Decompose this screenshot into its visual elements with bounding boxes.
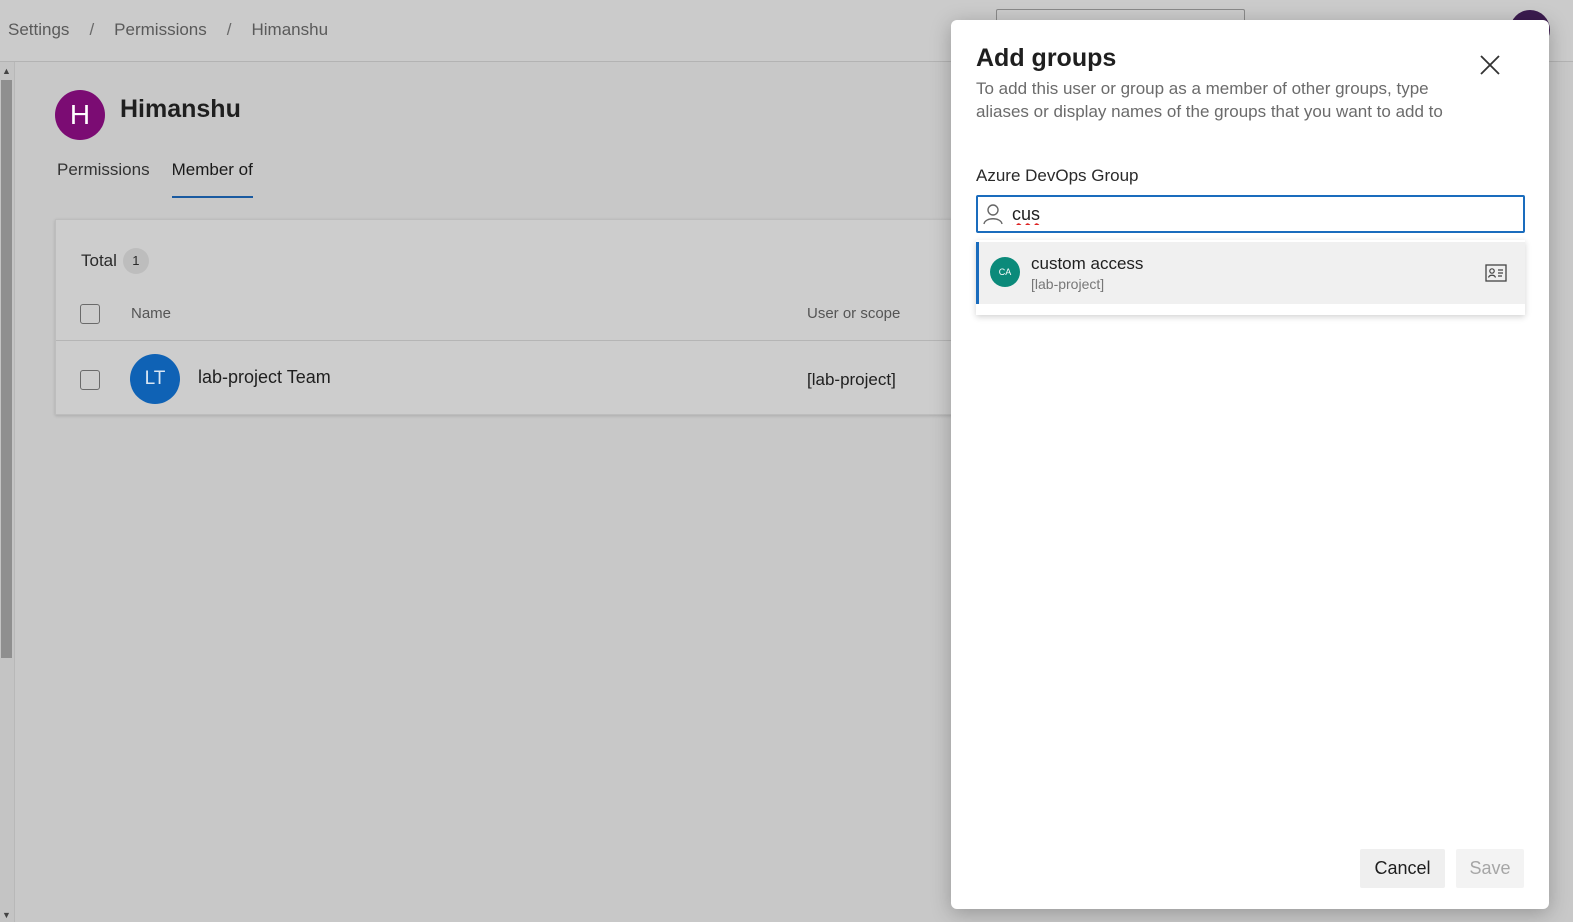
field-label: Azure DevOps Group	[976, 166, 1139, 185]
breadcrumb-separator: /	[89, 20, 95, 39]
suggestion-scope: [lab-project]	[1031, 276, 1105, 292]
header-divider	[56, 340, 954, 341]
group-search-input[interactable]	[1012, 202, 1512, 226]
breadcrumb-separator: /	[226, 20, 232, 39]
scroll-up-icon[interactable]: ▲	[2, 66, 11, 76]
save-button[interactable]: Save	[1456, 849, 1524, 888]
row-checkbox[interactable]	[80, 370, 100, 390]
breadcrumb: Settings / Permissions / Himanshu	[8, 20, 328, 40]
tab-strip: Permissions Member of	[57, 160, 253, 198]
page-scrollbar[interactable]: ▲ ▼	[0, 62, 15, 922]
close-button[interactable]	[1477, 52, 1503, 78]
group-picker[interactable]	[976, 195, 1525, 233]
add-groups-dialog: Add groups To add this user or group as …	[951, 20, 1549, 909]
scrollbar-thumb[interactable]	[1, 80, 12, 658]
scroll-down-icon[interactable]: ▼	[2, 910, 11, 920]
group-scope: [lab-project]	[807, 370, 896, 389]
breadcrumb-permissions[interactable]: Permissions	[114, 20, 207, 40]
members-card: Total 1 Name User or scope LT lab-projec…	[55, 219, 955, 415]
breadcrumb-settings[interactable]: Settings	[8, 20, 69, 40]
group-name[interactable]: lab-project Team	[198, 367, 331, 388]
count-badge: 1	[122, 248, 149, 274]
total-summary: Total 1	[81, 248, 149, 274]
column-header-name[interactable]: Name	[131, 305, 171, 322]
dialog-description: To add this user or group as a member of…	[976, 79, 1443, 121]
user-avatar: H	[55, 90, 105, 140]
select-all-checkbox[interactable]	[80, 304, 100, 324]
dialog-title: Add groups	[976, 44, 1117, 72]
tab-member-of[interactable]: Member of	[171, 160, 253, 198]
suggestion-avatar: CA	[990, 257, 1020, 287]
suggestion-list: CA custom access [lab-project]	[976, 240, 1525, 315]
cancel-button[interactable]: Cancel	[1360, 849, 1445, 888]
breadcrumb-himanshu[interactable]: Himanshu	[252, 20, 329, 40]
contact-card-icon[interactable]	[1485, 264, 1507, 287]
suggestion-name: custom access	[1031, 254, 1144, 273]
tab-permissions[interactable]: Permissions	[57, 160, 150, 198]
close-icon	[1480, 55, 1500, 75]
page-title: Himanshu	[120, 95, 241, 123]
column-header-scope[interactable]: User or scope	[807, 305, 900, 322]
total-label: Total	[81, 251, 117, 270]
group-avatar: LT	[130, 354, 180, 404]
person-icon	[983, 203, 1003, 230]
suggestion-item[interactable]: CA custom access [lab-project]	[976, 242, 1525, 304]
